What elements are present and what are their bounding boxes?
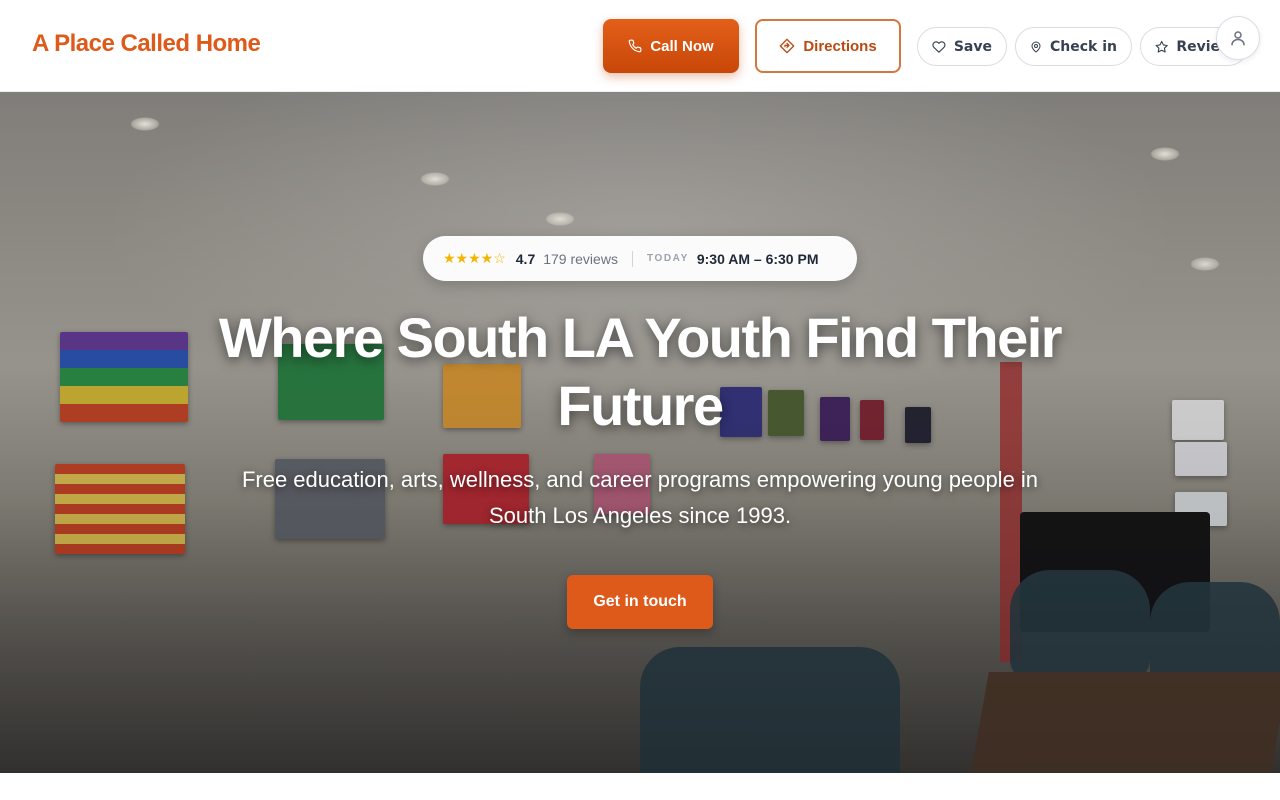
badge-divider (631, 250, 633, 267)
brand-logo-text[interactable]: A Place Called Home (32, 30, 261, 58)
today-label: TODAY (646, 253, 689, 264)
user-account-button[interactable] (1216, 16, 1260, 60)
check-in-label: Check in (1050, 38, 1117, 55)
reviews-count[interactable]: 179 reviews (543, 251, 618, 267)
site-header: A Place Called Home Call Now Directions … (0, 0, 1280, 92)
user-icon (1231, 31, 1245, 46)
phone-icon (628, 39, 642, 53)
map-pin-icon (1031, 41, 1041, 52)
directions-icon (779, 38, 795, 54)
get-in-touch-button[interactable]: Get in touch (567, 575, 713, 629)
directions-label: Directions (803, 37, 877, 55)
opening-hours: 9:30 AM – 6:30 PM (696, 250, 819, 267)
hero-subtitle: Free education, arts, wellness, and care… (241, 467, 1039, 528)
check-in-button[interactable]: Check in (1015, 27, 1132, 66)
rating-hours-badge: ★★★★☆ 4.7 179 reviews TODAY 9:30 AM – 6:… (423, 236, 857, 281)
hero-title: Where South LA Youth Find Their Future (218, 306, 1063, 437)
hero-section: ★★★★☆ 4.7 179 reviews TODAY 9:30 AM – 6:… (0, 92, 1280, 773)
heart-icon (932, 40, 946, 53)
call-now-label: Call Now (650, 37, 714, 55)
save-label: Save (953, 38, 992, 55)
star-rating-icons: ★★★★☆ (443, 250, 506, 266)
directions-button[interactable]: Directions (755, 19, 901, 73)
rating-value: 4.7 (515, 250, 536, 267)
save-button[interactable]: Save (917, 27, 1007, 66)
call-now-button[interactable]: Call Now (603, 19, 739, 73)
star-icon (1155, 40, 1168, 53)
